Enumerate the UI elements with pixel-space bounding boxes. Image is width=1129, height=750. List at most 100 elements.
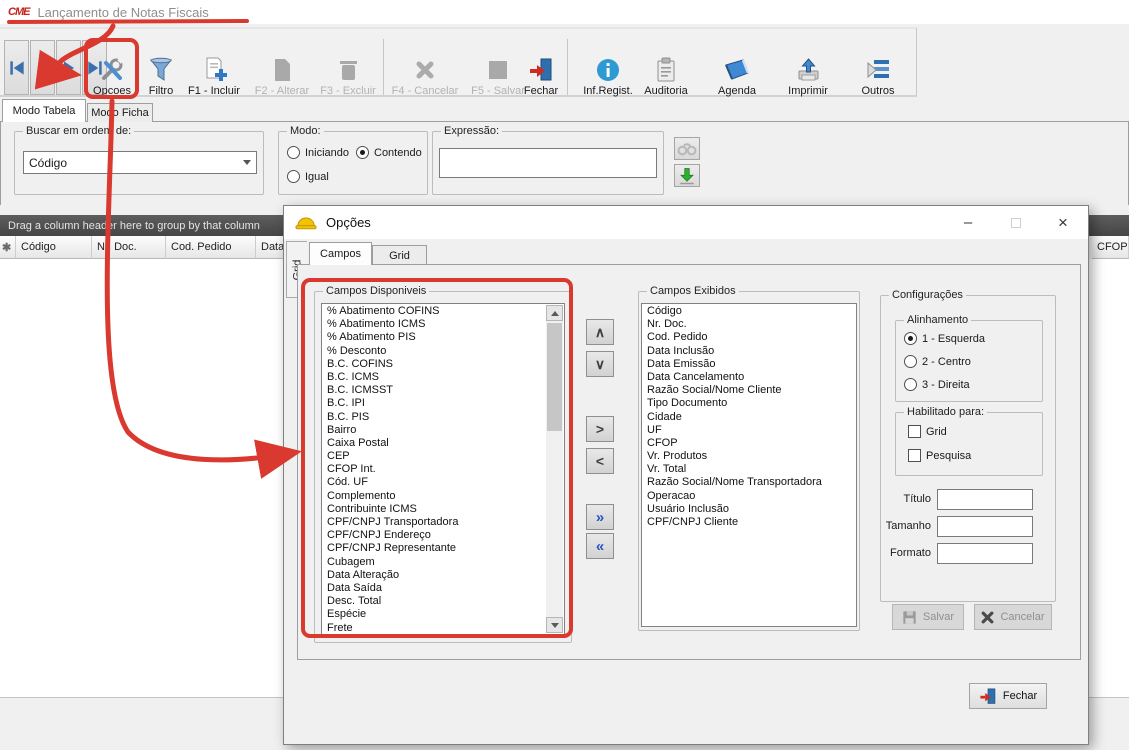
dialog-tab-campos[interactable]: Campos (309, 242, 372, 265)
radio-centro[interactable]: 2 - Centro (904, 355, 971, 368)
formato-input[interactable] (937, 543, 1033, 564)
radio-contendo[interactable]: Contendo (356, 146, 422, 159)
available-field-item[interactable]: Data Saída (323, 582, 546, 595)
available-field-item[interactable]: B.C. COFINS (323, 358, 546, 371)
available-field-item[interactable]: Data Alteração (323, 569, 546, 582)
available-field-item[interactable]: CPF/CNPJ Representante (323, 542, 546, 555)
available-field-item[interactable]: B.C. ICMS (323, 371, 546, 384)
displayed-field-item[interactable]: Código (643, 305, 855, 318)
nav-next-button[interactable] (56, 40, 81, 95)
available-field-item[interactable]: Complemento (323, 490, 546, 503)
radio-selected-icon[interactable] (356, 146, 369, 159)
available-field-item[interactable]: Cubagem (323, 556, 546, 569)
toolbar-auditoria-button[interactable]: Auditoria (637, 39, 695, 97)
toolbar-outros-button[interactable]: Outros (854, 39, 902, 97)
toolbar-incluir-button[interactable]: F1 - Incluir (181, 39, 247, 97)
minimize-button[interactable]: – (952, 206, 984, 239)
available-field-item[interactable]: % Desconto (323, 345, 546, 358)
available-field-item[interactable]: Bairro (323, 424, 546, 437)
available-field-item[interactable]: Caixa Postal (323, 437, 546, 450)
tab-modo-ficha[interactable]: Modo Ficha (87, 103, 153, 122)
displayed-field-item[interactable]: Operacao (643, 490, 855, 503)
radio-igual[interactable]: Igual (287, 170, 329, 183)
available-field-item[interactable]: Espécie (323, 608, 546, 621)
displayed-field-item[interactable]: Cidade (643, 411, 855, 424)
available-field-item[interactable]: % Abatimento COFINS (323, 305, 546, 318)
toolbar-filtro-button[interactable]: Filtro (139, 39, 183, 97)
add-all-button[interactable]: » (586, 504, 614, 530)
tamanho-input[interactable] (937, 516, 1033, 537)
remove-field-button[interactable]: < (586, 448, 614, 474)
radio-icon[interactable] (904, 355, 917, 368)
radio-icon[interactable] (904, 378, 917, 391)
available-field-item[interactable]: CPF/CNPJ Transportadora (323, 516, 546, 529)
displayed-field-item[interactable]: Usuário Inclusão (643, 503, 855, 516)
search-apply-button[interactable] (674, 164, 700, 187)
toolbar-agenda-button[interactable]: Agenda (711, 39, 763, 97)
search-order-combobox[interactable]: Código (23, 151, 257, 174)
grid-column-header[interactable]: Código (16, 236, 92, 259)
available-field-item[interactable]: B.C. IPI (323, 397, 546, 410)
displayed-field-item[interactable]: Vr. Produtos (643, 450, 855, 463)
scroll-down-button[interactable] (546, 617, 563, 633)
available-field-item[interactable]: CFOP Int. (323, 463, 546, 476)
available-field-item[interactable]: B.C. ICMSST (323, 384, 546, 397)
checkbox-grid[interactable]: Grid (908, 425, 947, 438)
displayed-field-item[interactable]: CFOP (643, 437, 855, 450)
available-fields-listbox[interactable]: % Abatimento COFINS% Abatimento ICMS% Ab… (321, 303, 565, 635)
grid-column-header-cfop[interactable]: CFOP (1092, 236, 1129, 259)
remove-all-button[interactable]: « (586, 533, 614, 559)
radio-esquerda[interactable]: 1 - Esquerda (904, 332, 985, 345)
displayed-field-item[interactable]: Data Inclusão (643, 345, 855, 358)
available-field-item[interactable]: CPF/CNPJ Endereço (323, 529, 546, 542)
tab-modo-tabela[interactable]: Modo Tabela (2, 99, 86, 122)
radio-icon[interactable] (287, 146, 300, 159)
available-field-item[interactable]: Desc. Total (323, 595, 546, 608)
displayed-field-item[interactable]: Vr. Total (643, 463, 855, 476)
expression-input[interactable] (439, 148, 657, 178)
grid-column-header[interactable]: Cod. Pedido (166, 236, 256, 259)
displayed-field-item[interactable]: Data Cancelamento (643, 371, 855, 384)
scroll-up-button[interactable] (546, 305, 563, 321)
displayed-field-item[interactable]: Razão Social/Nome Transportadora (643, 476, 855, 489)
available-field-item[interactable]: B.C. PIS (323, 411, 546, 424)
checkbox-icon[interactable] (908, 425, 921, 438)
move-down-button[interactable]: ∨ (586, 351, 614, 377)
checkbox-icon[interactable] (908, 449, 921, 462)
close-button[interactable]: × (1046, 206, 1080, 239)
add-field-button[interactable]: > (586, 416, 614, 442)
fechar-button[interactable]: Fechar (969, 683, 1047, 709)
available-field-item[interactable]: % Abatimento PIS (323, 331, 546, 344)
dialog-tab-grid[interactable]: Grid (372, 245, 427, 265)
move-up-button[interactable]: ∧ (586, 319, 614, 345)
displayed-fields-listbox[interactable]: CódigoNr. Doc.Cod. PedidoData InclusãoDa… (641, 303, 857, 627)
nav-first-button[interactable] (4, 40, 29, 95)
toolbar-infregist-button[interactable]: Inf.Regist. (577, 39, 639, 97)
toolbar-imprimir-button[interactable]: Imprimir (781, 39, 835, 97)
available-field-item[interactable]: Frete (323, 622, 546, 635)
displayed-field-item[interactable]: Tipo Documento (643, 397, 855, 410)
chevron-down-icon[interactable] (238, 152, 256, 173)
displayed-field-item[interactable]: CPF/CNPJ Cliente (643, 516, 855, 529)
available-field-item[interactable]: Cód. UF (323, 476, 546, 489)
toolbar-fechar-button[interactable]: Fechar (517, 39, 565, 97)
grid-row-selector-header[interactable]: ✱ (0, 236, 16, 259)
displayed-field-item[interactable]: Data Emissão (643, 358, 855, 371)
radio-iniciando[interactable]: Iniciando (287, 146, 349, 159)
scrollbar[interactable] (546, 305, 563, 633)
toolbar-opcoes-button[interactable]: Opcoes (87, 39, 137, 97)
checkbox-pesquisa[interactable]: Pesquisa (908, 449, 971, 462)
radio-icon[interactable] (287, 170, 300, 183)
displayed-field-item[interactable]: Cod. Pedido (643, 331, 855, 344)
available-field-item[interactable]: Contribuinte ICMS (323, 503, 546, 516)
displayed-field-item[interactable]: Nr. Doc. (643, 318, 855, 331)
available-field-item[interactable]: CEP (323, 450, 546, 463)
radio-direita[interactable]: 3 - Direita (904, 378, 970, 391)
available-field-item[interactable]: % Abatimento ICMS (323, 318, 546, 331)
titulo-input[interactable] (937, 489, 1033, 510)
displayed-field-item[interactable]: UF (643, 424, 855, 437)
scrollbar-thumb[interactable] (547, 323, 562, 431)
displayed-field-item[interactable]: Razão Social/Nome Cliente (643, 384, 855, 397)
grid-column-header[interactable]: Nr. Doc. (92, 236, 166, 259)
radio-selected-icon[interactable] (904, 332, 917, 345)
